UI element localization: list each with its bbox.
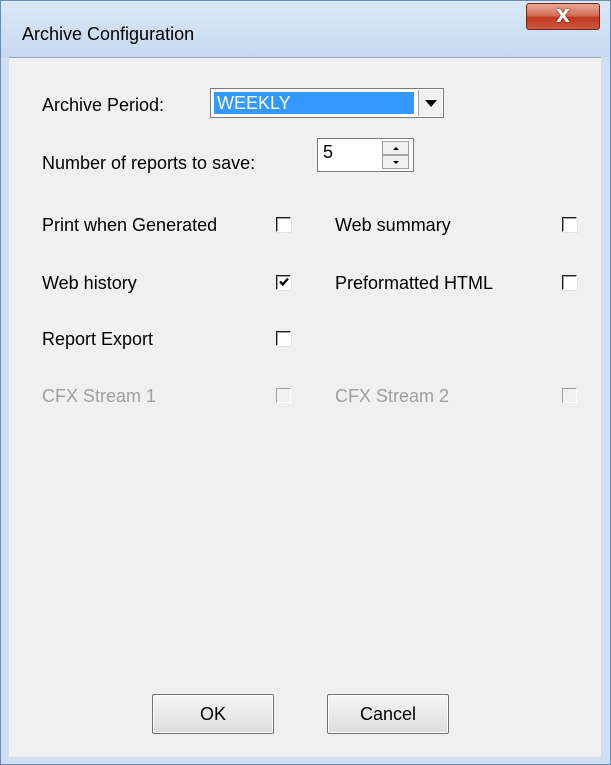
archive-period-select[interactable]: WEEKLY: [210, 88, 444, 118]
close-button[interactable]: X: [526, 3, 600, 30]
preformatted-html-checkbox[interactable]: [562, 275, 577, 290]
cfx-stream-1-label: CFX Stream 1: [42, 386, 157, 406]
cfx-stream-1-checkbox: [276, 388, 291, 403]
cfx-stream-2-checkbox: [562, 388, 577, 403]
cfx-stream-2-label: CFX Stream 2: [335, 386, 450, 406]
arrow-up-icon: [392, 146, 399, 150]
close-icon: X: [556, 6, 570, 27]
preformatted-html-label: Preformatted HTML: [335, 273, 494, 293]
reports-to-save-label: Number of reports to save:: [42, 153, 256, 173]
title-bar[interactable]: Archive Configuration X: [1, 1, 610, 57]
chevron-down-icon: [424, 99, 437, 107]
ok-button[interactable]: OK: [152, 694, 274, 734]
cancel-button[interactable]: Cancel: [327, 694, 449, 734]
web-summary-checkbox[interactable]: [562, 217, 577, 232]
report-export-checkbox[interactable]: [276, 331, 291, 346]
window-title: Archive Configuration: [22, 24, 195, 44]
archive-period-label: Archive Period:: [42, 95, 165, 115]
reports-to-save-stepper[interactable]: 5: [317, 138, 414, 172]
stepper-buttons: [382, 141, 409, 169]
reports-to-save-value[interactable]: 5: [323, 142, 333, 163]
archive-period-value: WEEKLY: [214, 92, 414, 114]
dropdown-button[interactable]: [418, 90, 442, 116]
checkmark-icon: [279, 277, 289, 287]
stepper-up-button[interactable]: [382, 141, 409, 155]
archive-configuration-dialog: Archive Configuration X Archive Period: …: [0, 0, 611, 765]
web-history-checkbox[interactable]: [276, 275, 291, 290]
report-export-label: Report Export: [42, 329, 154, 349]
dialog-body: Archive Period: WEEKLY Number of reports…: [9, 57, 601, 757]
print-when-generated-checkbox[interactable]: [276, 217, 291, 232]
print-when-generated-label: Print when Generated: [42, 215, 218, 235]
arrow-down-icon: [392, 160, 399, 164]
web-history-label: Web history: [42, 273, 137, 293]
stepper-down-button[interactable]: [382, 155, 409, 169]
web-summary-label: Web summary: [335, 215, 451, 235]
